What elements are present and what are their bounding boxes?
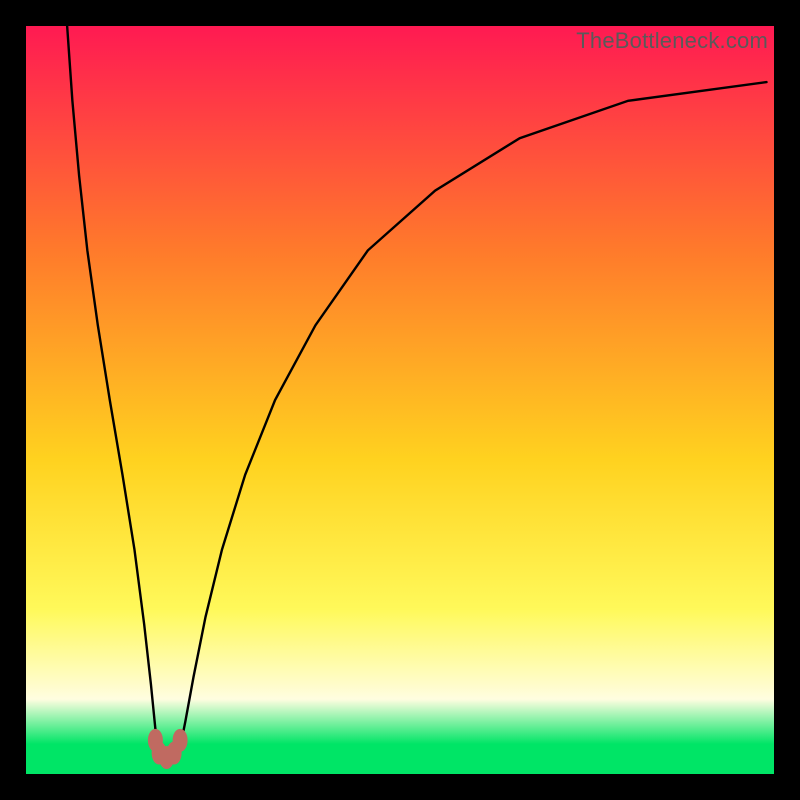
curve-left-branch — [67, 26, 159, 752]
watermark-text: TheBottleneck.com — [576, 28, 768, 54]
plot-area: TheBottleneck.com — [26, 26, 774, 774]
marker-valley-right-top — [173, 729, 187, 751]
curve-right-branch — [179, 82, 766, 751]
valley-markers — [148, 729, 187, 768]
chart-frame: TheBottleneck.com — [0, 0, 800, 800]
curves-layer — [26, 26, 774, 774]
